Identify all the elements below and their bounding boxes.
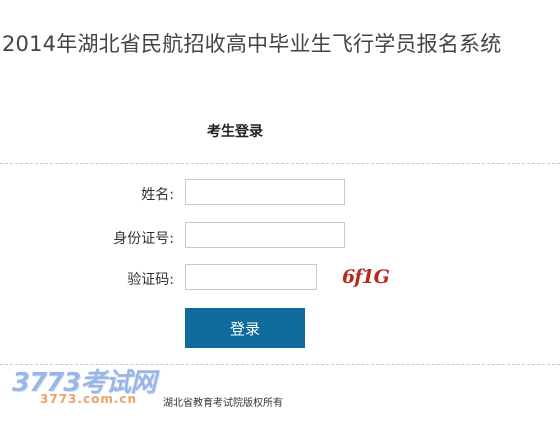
page-title: 2014年湖北省民航招收高中毕业生飞行学员报名系统 (2, 32, 502, 56)
captcha-label: 验证码: (127, 272, 174, 288)
name-label: 姓名: (141, 187, 174, 203)
top-divider (0, 163, 560, 164)
watermark-url: 3773.com.cn (40, 392, 138, 406)
captcha-input[interactable] (185, 264, 317, 290)
captcha-image[interactable]: 6f1G (342, 263, 390, 291)
id-number-input[interactable] (185, 222, 345, 248)
login-button[interactable]: 登录 (185, 308, 305, 348)
login-heading: 考生登录 (207, 124, 263, 140)
site-watermark: 3773考试网 3773.com.cn (12, 362, 182, 410)
copyright-text: 湖北省教育考试院版权所有 (163, 398, 283, 409)
name-input[interactable] (185, 179, 345, 205)
id-number-label: 身份证号: (113, 231, 174, 247)
